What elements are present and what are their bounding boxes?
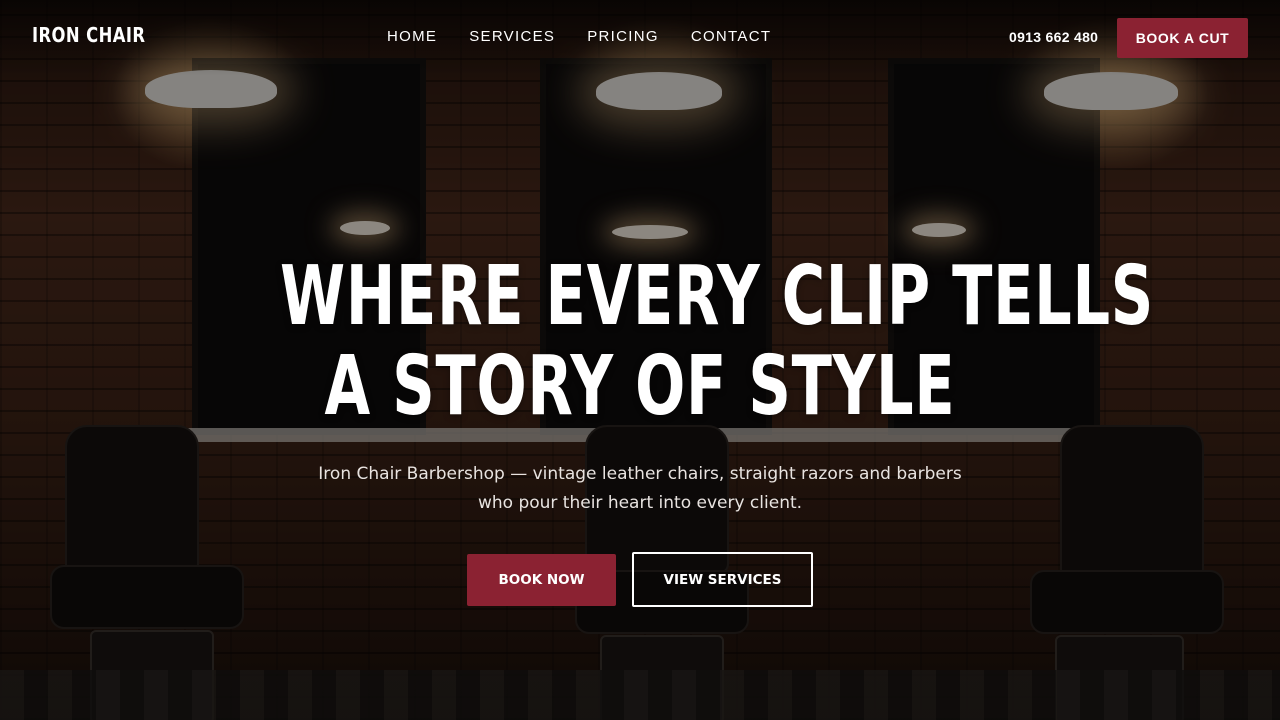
hero-headline: WHERE EVERY CLIP TELLS A STORY OF STYLE [280,249,1155,434]
brand-logo[interactable]: IRON CHAIR [32,23,145,47]
nav-item-contact[interactable]: CONTACT [691,28,771,45]
main-nav: HOME SERVICES PRICING CONTACT [387,28,771,45]
hero-subtitle: Iron Chair Barbershop — vintage leather … [290,460,990,518]
hero-subtitle-line-1: Iron Chair Barbershop — vintage leather … [318,464,962,484]
nav-item-home[interactable]: HOME [387,28,437,45]
book-now-button[interactable]: BOOK NOW [467,554,616,606]
book-a-cut-button[interactable]: BOOK A CUT [1117,18,1248,58]
hero-subtitle-line-2: who pour their heart into every client. [477,493,803,513]
hero-headline-line-1: WHERE EVERY CLIP TELLS [280,249,1155,344]
view-services-button[interactable]: VIEW SERVICES [632,552,813,607]
nav-item-services[interactable]: SERVICES [469,28,555,45]
site-header: IRON CHAIR HOME SERVICES PRICING CONTACT… [0,0,1280,76]
phone-number[interactable]: 0913 662 480 [1009,29,1098,45]
hero-headline-line-2: A STORY OF STYLE [324,339,956,434]
nav-item-pricing[interactable]: PRICING [587,28,659,45]
